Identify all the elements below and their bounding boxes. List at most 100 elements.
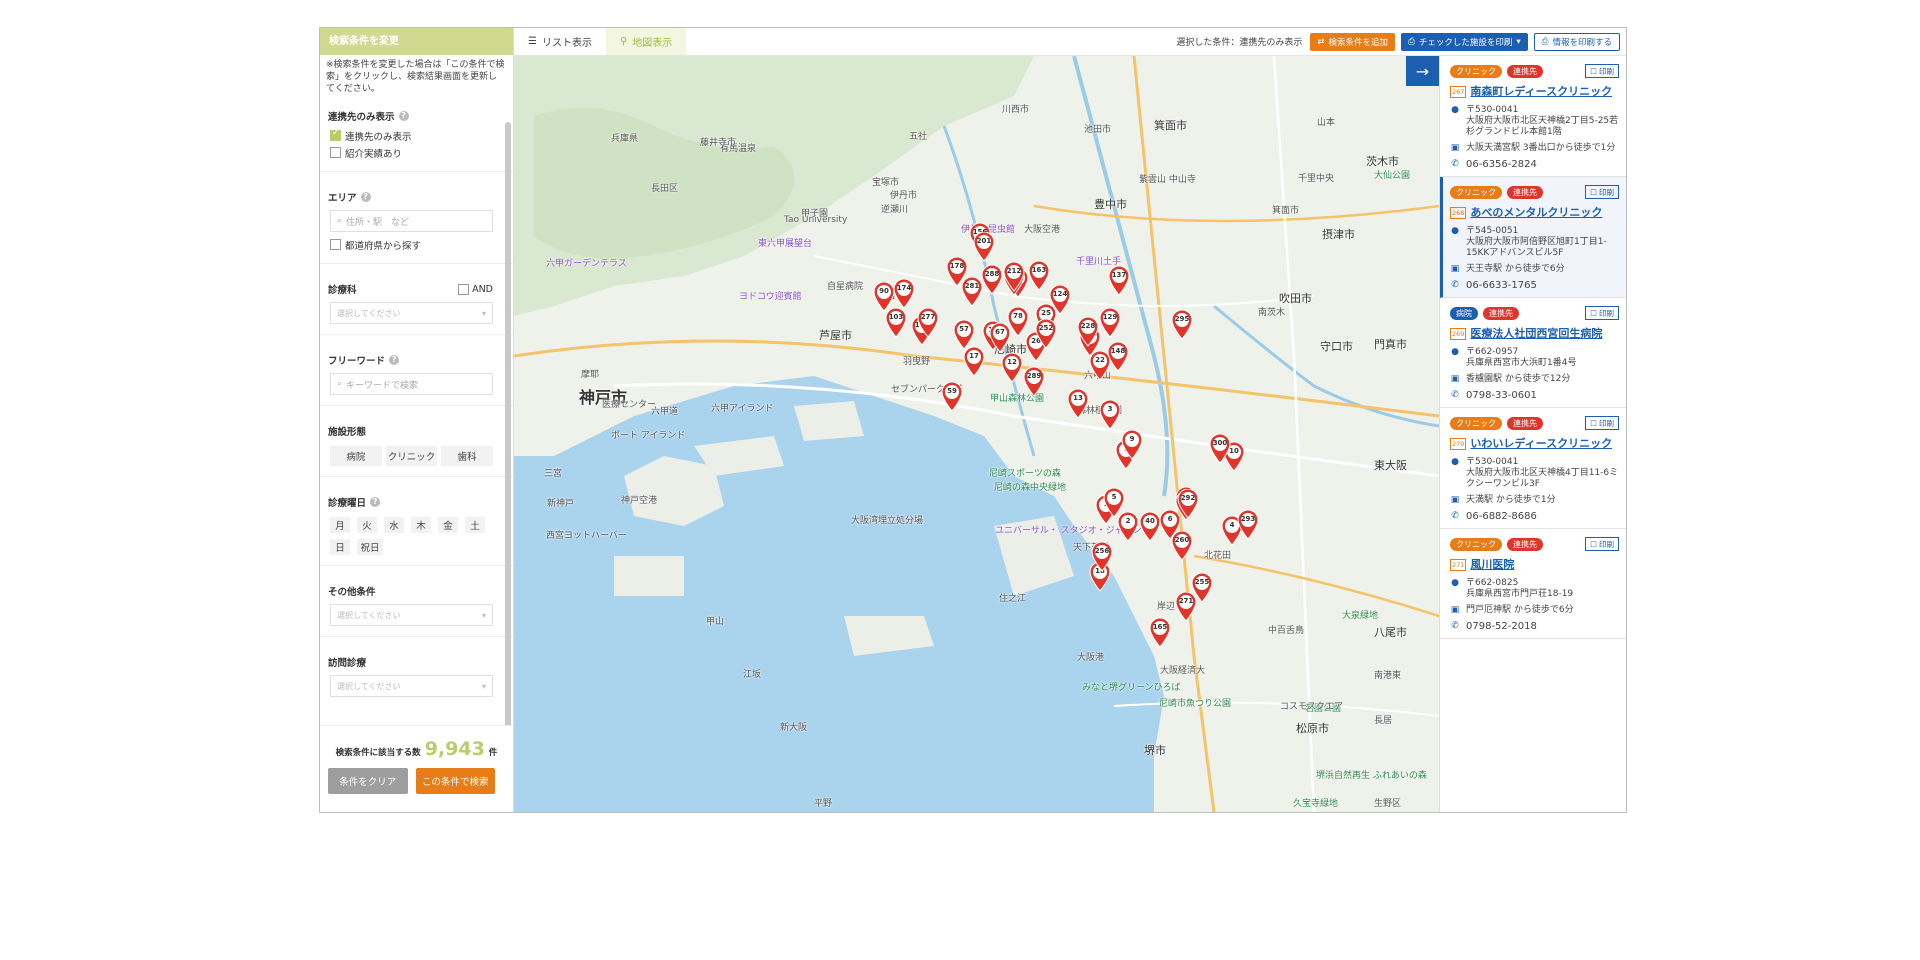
print-checked-button[interactable]: ⎙ チェックした施設を印刷 ▾: [1401, 32, 1528, 51]
map-marker-pin[interactable]: 300: [1209, 434, 1231, 464]
help-icon[interactable]: ?: [398, 111, 409, 121]
map-marker-pin[interactable]: 163: [1028, 261, 1050, 291]
checkbox-icon[interactable]: [330, 239, 341, 250]
map-marker-pin[interactable]: 295: [1171, 310, 1193, 340]
collapse-list-button[interactable]: →: [1406, 56, 1439, 86]
print-checkbox[interactable]: ☐ 印刷: [1585, 416, 1619, 430]
day-wed-button[interactable]: 水: [384, 517, 404, 533]
map-marker-pin[interactable]: 78: [1007, 307, 1029, 337]
map-view[interactable]: 神戸市六甲アイランドポート アイランド神戸空港大阪湾埋立処分場芦屋市西宮市尼崎市…: [514, 56, 1439, 812]
zip-code: 〒545-0051: [1466, 226, 1519, 236]
map-marker-pin[interactable]: 201: [973, 232, 995, 262]
map-marker-pin[interactable]: 13: [1067, 389, 1089, 419]
map-marker-pin[interactable]: 12: [1001, 353, 1023, 383]
checkbox-icon[interactable]: ☐: [1590, 188, 1597, 197]
visit-select[interactable]: 選択してください ▾: [330, 675, 493, 697]
panel-scrollbar[interactable]: [505, 122, 511, 762]
map-marker-pin[interactable]: 281: [961, 277, 983, 307]
map-marker-pin[interactable]: 256: [1091, 542, 1113, 572]
map-marker-pin[interactable]: 271: [1175, 592, 1197, 622]
print-label: 印刷: [1599, 418, 1614, 428]
print-checkbox[interactable]: ☐ 印刷: [1585, 64, 1619, 78]
condition-scroll-area[interactable]: ※検索条件を変更した場合は「この条件で検索」をクリックし、検索結果画面を更新して…: [320, 55, 513, 725]
day-thu-button[interactable]: 木: [411, 517, 431, 533]
day-sun-button[interactable]: 日: [330, 539, 350, 555]
checkbox-checked-icon[interactable]: [330, 128, 341, 141]
help-icon[interactable]: ?: [389, 355, 400, 365]
print-checkbox[interactable]: ☐ 印刷: [1585, 306, 1619, 320]
facility-name-link[interactable]: いわいレディースクリニック: [1470, 436, 1612, 452]
map-marker-pin[interactable]: 5: [1103, 488, 1125, 518]
map-marker-pin[interactable]: 288: [981, 265, 1003, 295]
checkbox-icon[interactable]: ☐: [1590, 419, 1597, 428]
help-icon[interactable]: ?: [360, 192, 371, 202]
map-marker-pin[interactable]: 165: [1149, 618, 1171, 648]
facility-name-link[interactable]: 風川医院: [1470, 557, 1514, 573]
map-marker-pin[interactable]: 212: [1003, 262, 1025, 292]
day-tue-button[interactable]: 火: [357, 517, 377, 533]
day-sat-button[interactable]: 土: [465, 517, 485, 533]
freeword-input[interactable]: ⌕ キーワードで検索: [330, 373, 493, 395]
facility-clinic-button[interactable]: クリニック: [385, 446, 438, 466]
facility-name-row: 267 南森町レディースクリニック: [1450, 84, 1619, 100]
map-marker-pin[interactable]: 103: [885, 308, 907, 338]
facility-card[interactable]: クリニック 連携先 ☐ 印刷 268 あべのメンタルクリニック ● 〒545-0051 大阪府大…: [1440, 177, 1626, 298]
facility-card[interactable]: 病院 連携先 ☐ 印刷 269 医療法人社団西宮回生病院 ● 〒662-0957 兵庫県西宮市大…: [1440, 298, 1626, 408]
day-fri-button[interactable]: 金: [438, 517, 458, 533]
add-condition-button[interactable]: ⇄ 検索条件を追加: [1310, 32, 1396, 51]
area-search-input[interactable]: ⌕ 住所・駅 など: [330, 210, 493, 232]
map-place-label: 守口市: [1320, 340, 1353, 353]
map-marker-pin[interactable]: 260: [1171, 531, 1193, 561]
map-marker-pin[interactable]: 137: [1108, 266, 1130, 296]
map-marker-pin[interactable]: 57: [953, 320, 975, 350]
checkbox-icon[interactable]: [458, 283, 470, 295]
facility-name-link[interactable]: あべのメンタルクリニック: [1470, 205, 1602, 221]
prefecture-checkbox[interactable]: 都道府県から探す: [320, 236, 513, 253]
tab-list-view[interactable]: ☰ リスト表示: [514, 28, 606, 55]
facility-dental-button[interactable]: 歯科: [441, 446, 494, 466]
facility-name-link[interactable]: 南森町レディースクリニック: [1470, 84, 1612, 100]
facility-hospital-button[interactable]: 病院: [330, 446, 382, 466]
day-holiday-button[interactable]: 祝日: [357, 539, 383, 555]
facility-name-link[interactable]: 医療法人社団西宮回生病院: [1470, 326, 1602, 342]
facility-list[interactable]: クリニック 連携先 ☐ 印刷 267 南森町レディースクリニック ● 〒530-0041 大阪府…: [1439, 56, 1626, 812]
checkbox-icon[interactable]: ☐: [1590, 67, 1597, 76]
clear-button[interactable]: 条件をクリア: [328, 768, 408, 794]
map-marker-pin[interactable]: 252: [1035, 319, 1057, 349]
print-info-button[interactable]: ⎙ 情報を印刷する: [1533, 32, 1620, 51]
map-marker-pin[interactable]: 40: [1139, 512, 1161, 542]
facility-card[interactable]: クリニック 連携先 ☐ 印刷 267 南森町レディースクリニック ● 〒530-0041 大阪府…: [1440, 56, 1626, 177]
map-marker-pin[interactable]: 17: [963, 347, 985, 377]
zip-code: 〒662-0825: [1466, 578, 1519, 588]
help-icon[interactable]: ?: [370, 497, 381, 507]
map-marker-pin[interactable]: 228: [1077, 317, 1099, 347]
tab-map-view[interactable]: ⚲ 地図表示: [605, 28, 687, 55]
checkbox-icon[interactable]: [330, 147, 341, 158]
map-marker-pin[interactable]: 277: [917, 308, 939, 338]
dept-select[interactable]: 選択してください ▾: [330, 302, 493, 324]
print-checkbox[interactable]: ☐ 印刷: [1585, 537, 1619, 551]
map-marker-number: 271: [1178, 597, 1194, 605]
print-checkbox[interactable]: ☐ 印刷: [1585, 185, 1619, 199]
referral-checkbox[interactable]: 紹介実績あり: [320, 144, 513, 161]
facility-card[interactable]: クリニック 連携先 ☐ 印刷 270 いわいレディースクリニック ● 〒530-0041 大阪府…: [1440, 408, 1626, 529]
search-button[interactable]: この条件で検索: [415, 768, 495, 794]
day-mon-button[interactable]: 月: [330, 517, 350, 533]
map-marker-pin[interactable]: 148: [1107, 342, 1129, 372]
map-marker-pin[interactable]: 289: [1023, 367, 1045, 397]
map-marker-pin[interactable]: 124: [1049, 285, 1071, 315]
partner-only-checkbox[interactable]: 連携先のみ表示: [320, 127, 513, 144]
map-marker-pin[interactable]: 293: [1237, 510, 1259, 540]
checkbox-icon[interactable]: ☐: [1590, 309, 1597, 318]
facility-card[interactable]: クリニック 連携先 ☐ 印刷 271 風川医院 ● 〒662-0825 兵庫県西宮市門戸荘18-…: [1440, 529, 1626, 639]
map-marker-pin[interactable]: 174: [893, 279, 915, 309]
map-marker-pin[interactable]: 129: [1099, 308, 1121, 338]
and-checkbox[interactable]: AND: [458, 283, 493, 295]
map-marker-pin[interactable]: 9: [1121, 430, 1143, 460]
map-marker-pin[interactable]: 3: [1099, 400, 1121, 430]
other-select[interactable]: 選択してください ▾: [330, 604, 493, 626]
map-marker-pin[interactable]: 59: [941, 382, 963, 412]
checkbox-icon[interactable]: ☐: [1590, 540, 1597, 549]
dept-title-text: 診療科: [328, 285, 357, 296]
map-marker-pin[interactable]: 292: [1177, 489, 1199, 519]
